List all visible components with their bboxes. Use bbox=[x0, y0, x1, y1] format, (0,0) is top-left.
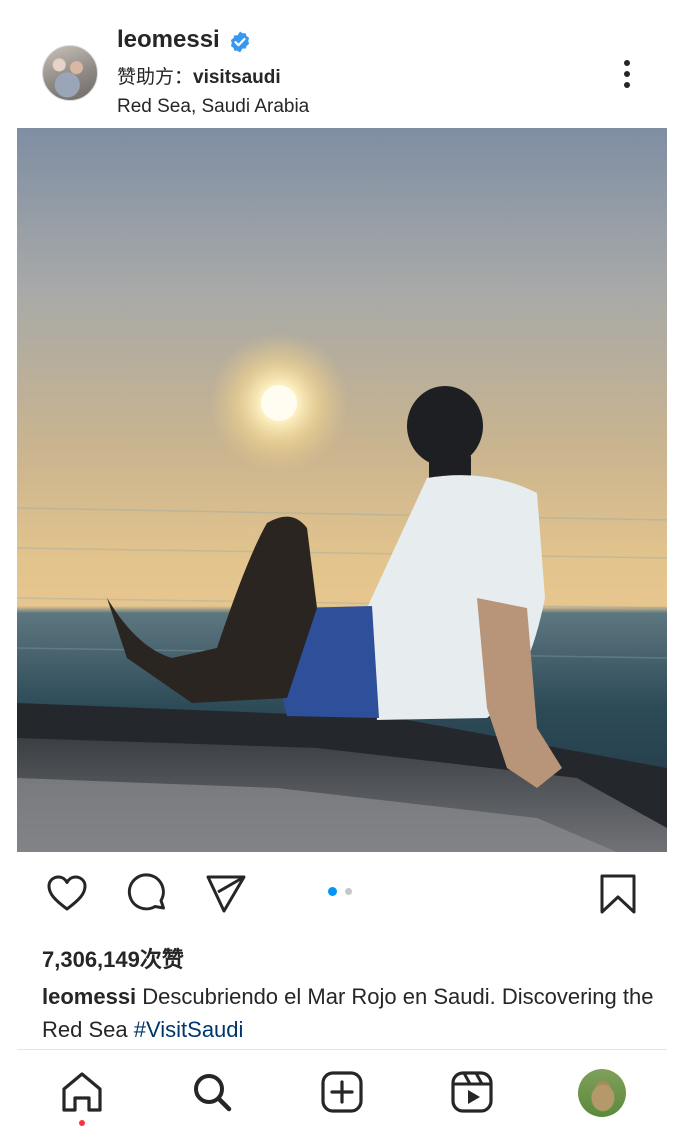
sunset-boat-image bbox=[17, 333, 667, 852]
plus-square-icon[interactable] bbox=[320, 1070, 364, 1114]
carousel-indicator bbox=[328, 887, 358, 897]
post-photo[interactable] bbox=[17, 128, 667, 852]
paper-plane-icon[interactable] bbox=[204, 872, 248, 916]
likes-count[interactable]: 7,306,149次赞 bbox=[42, 942, 184, 974]
username[interactable]: leomessi bbox=[117, 26, 220, 54]
sponsor-name[interactable]: visitsaudi bbox=[193, 67, 281, 88]
verified-badge-icon bbox=[230, 31, 250, 53]
post-caption: leomessi Descubriendo el Mar Rojo en Sau… bbox=[42, 980, 662, 1046]
bookmark-icon[interactable] bbox=[596, 872, 640, 916]
search-icon[interactable] bbox=[190, 1070, 234, 1114]
more-options-icon[interactable] bbox=[611, 56, 643, 92]
post-header: leomessi 赞助方：visitsaudi Red Sea, Saudi A… bbox=[0, 0, 683, 128]
carousel-dot-active bbox=[328, 887, 337, 896]
sponsor-prefix: 赞助方： bbox=[117, 67, 194, 88]
home-icon[interactable] bbox=[60, 1070, 104, 1114]
carousel-dot bbox=[345, 888, 352, 895]
user-avatar[interactable] bbox=[42, 45, 98, 101]
caption-hashtag[interactable]: #VisitSaudi bbox=[134, 1017, 244, 1042]
heart-icon[interactable] bbox=[45, 872, 89, 916]
caption-username[interactable]: leomessi bbox=[42, 984, 136, 1009]
comment-bubble-icon[interactable] bbox=[125, 872, 169, 916]
post-location[interactable]: Red Sea, Saudi Arabia bbox=[117, 96, 309, 118]
notification-dot bbox=[79, 1120, 85, 1126]
sponsor-line: 赞助方：visitsaudi bbox=[117, 62, 281, 89]
reels-icon[interactable] bbox=[450, 1070, 494, 1114]
profile-avatar[interactable] bbox=[578, 1069, 626, 1117]
